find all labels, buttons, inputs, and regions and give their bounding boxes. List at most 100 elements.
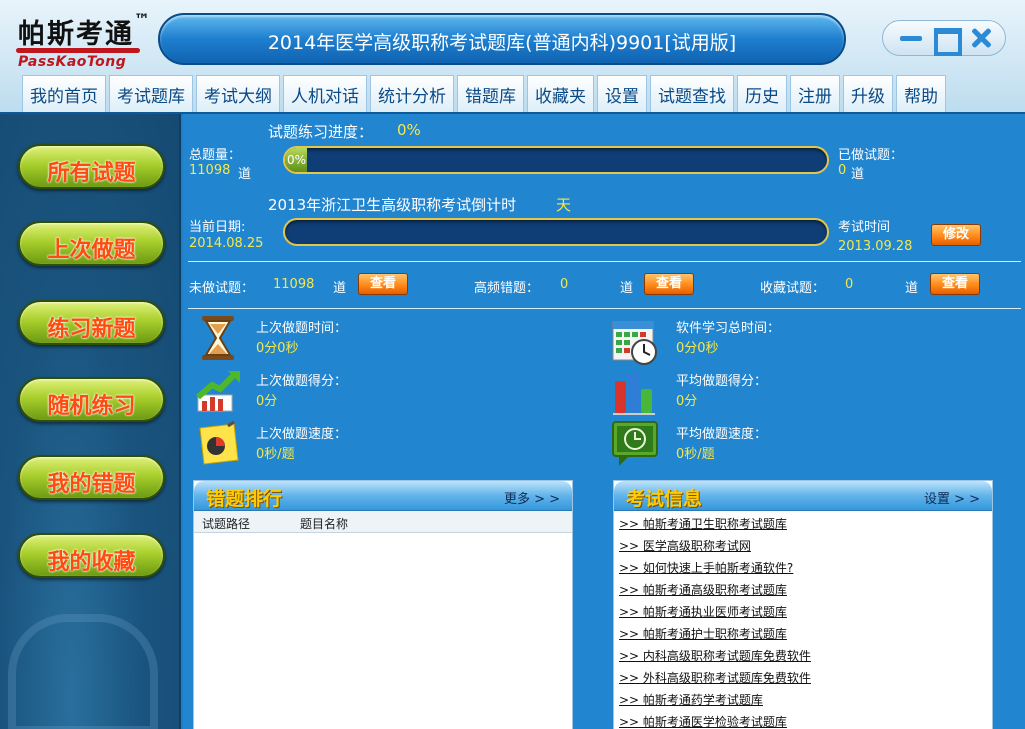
countdown-bar: [283, 218, 829, 246]
menu-dialogue[interactable]: 人机对话: [283, 75, 367, 112]
done-unit: 道: [851, 167, 865, 182]
exam-info-link[interactable]: >> 帕斯考通卫生职称考试题库: [619, 515, 787, 532]
exam-info-link[interactable]: >> 帕斯考通执业医师考试题库: [619, 603, 787, 620]
view-favorite-button[interactable]: 查看: [930, 273, 980, 295]
frequent-wrong-label: 高频错题：: [474, 281, 540, 296]
pie-note-icon: [199, 420, 239, 465]
logo-underline: [16, 48, 140, 53]
calendar-clock-icon: [612, 321, 657, 365]
last-speed-label: 上次做题速度：: [256, 427, 348, 442]
panel-header: 错题排行 更多 > >: [194, 481, 572, 511]
undone-label: 未做试题：: [189, 281, 255, 296]
logo-cn-text: 帕斯考通: [18, 19, 134, 50]
menu-statistics[interactable]: 统计分析: [370, 75, 454, 112]
sidebar-button-label: 随机练习: [47, 394, 136, 419]
view-frequent-wrong-button[interactable]: 查看: [644, 273, 694, 295]
countdown-label: 2013年浙江卫生高级职称考试倒计时: [268, 196, 517, 214]
menu-upgrade[interactable]: 升级: [843, 75, 893, 112]
sidebar-button-label: 所有试题: [47, 161, 136, 186]
hourglass-icon: [202, 316, 234, 360]
progress-percent: 0%: [397, 121, 421, 139]
exam-info-link[interactable]: >> 帕斯考通护士职称考试题库: [619, 625, 787, 642]
countdown-days-unit: 天: [556, 196, 572, 214]
undone-unit: 道: [333, 281, 347, 296]
avg-speed-value: 0秒/题: [676, 447, 715, 462]
window-title-pill: 2014年医学高级职称考试题库(普通内科)9901[试用版]: [158, 13, 846, 65]
sidebar-button-label: 上次做题: [47, 238, 136, 263]
sidebar-my-favorites-button[interactable]: 我的收藏: [18, 533, 165, 578]
exam-info-link[interactable]: >> 帕斯考通药学考试题库: [619, 691, 763, 708]
menu-history[interactable]: 历史: [737, 75, 787, 112]
total-value: 11098: [189, 163, 231, 178]
wrong-ranking-panel: 错题排行 更多 > > 试题路径 题目名称: [193, 480, 573, 729]
panel-header: 考试信息 设置 > >: [614, 481, 992, 511]
minimize-button[interactable]: [897, 26, 925, 50]
sidebar-my-wrong-button[interactable]: 我的错题: [18, 455, 165, 500]
sidebar-last-practice-button[interactable]: 上次做题: [18, 221, 165, 266]
exam-time-label: 考试时间: [838, 220, 891, 235]
menu-wrong-bank[interactable]: 错题库: [457, 75, 524, 112]
favorite-value: 0: [845, 277, 854, 292]
menu-home[interactable]: 我的首页: [22, 75, 106, 112]
title-bar: 帕斯考通 ™ PassKaoTong 2014年医学高级职称考试题库(普通内科)…: [0, 0, 1025, 114]
sidebar: 所有试题 上次做题 练习新题 随机练习 我的错题 我的收藏: [0, 114, 181, 729]
exam-info-title: 考试信息: [626, 488, 703, 510]
bar-chart-icon: [613, 373, 655, 415]
menu-search[interactable]: 试题查找: [650, 75, 734, 112]
menu-help[interactable]: 帮助: [896, 75, 946, 112]
total-unit: 道: [238, 167, 252, 182]
table-header: 试题路径 题目名称: [194, 511, 572, 533]
sidebar-button-label: 练习新题: [47, 317, 136, 342]
divider: [188, 308, 1021, 309]
sidebar-random-practice-button[interactable]: 随机练习: [18, 377, 165, 422]
sidebar-all-questions-button[interactable]: 所有试题: [18, 144, 165, 189]
last-time-value: 0分0秒: [256, 341, 299, 356]
frequent-wrong-unit: 道: [620, 281, 634, 296]
column-header-path: 试题路径: [202, 517, 251, 531]
wrong-ranking-more-link[interactable]: 更多 > >: [504, 488, 560, 507]
last-speed-value: 0秒/题: [256, 447, 295, 462]
exam-info-link[interactable]: >> 医学高级职称考试网: [619, 537, 751, 554]
last-score-value: 0分: [256, 394, 278, 409]
progress-label: 试题练习进度：: [268, 123, 374, 141]
menu-register[interactable]: 注册: [790, 75, 840, 112]
view-undone-button[interactable]: 查看: [358, 273, 408, 295]
menu-settings[interactable]: 设置: [597, 75, 647, 112]
current-date-label: 当前日期:: [189, 220, 246, 235]
sidebar-button-label: 我的错题: [47, 472, 136, 497]
exam-info-panel: 考试信息 设置 > > >> 帕斯考通卫生职称考试题库 >> 医学高级职称考试网…: [613, 480, 993, 729]
exam-info-link[interactable]: >> 帕斯考通医学检验考试题库: [619, 713, 787, 729]
progress-bar-text: 0%: [287, 153, 307, 167]
maximize-button[interactable]: [931, 26, 962, 56]
avg-score-value: 0分: [676, 394, 698, 409]
practice-progress-bar: 0%: [283, 146, 829, 174]
exam-info-link[interactable]: >> 外科高级职称考试题库免费软件: [619, 669, 811, 686]
monitor-clock-icon: [612, 421, 658, 466]
exam-info-settings-link[interactable]: 设置 > >: [924, 488, 980, 507]
window-title: 2014年医学高级职称考试题库(普通内科)9901[试用版]: [267, 32, 737, 54]
exam-info-link[interactable]: >> 帕斯考通高级职称考试题库: [619, 581, 787, 598]
edit-exam-date-button[interactable]: 修改: [931, 224, 981, 246]
done-value: 0: [838, 163, 847, 178]
logo-trademark: ™: [134, 10, 150, 29]
done-label: 已做试题：: [838, 148, 904, 163]
last-score-label: 上次做题得分：: [256, 374, 348, 389]
close-button[interactable]: [967, 26, 995, 50]
menu-favorites[interactable]: 收藏夹: [527, 75, 594, 112]
menu-syllabus[interactable]: 考试大纲: [196, 75, 280, 112]
sidebar-new-questions-button[interactable]: 练习新题: [18, 300, 165, 345]
growth-chart-icon: [196, 371, 240, 412]
last-time-label: 上次做题时间：: [256, 321, 348, 336]
avg-speed-label: 平均做题速度：: [676, 427, 768, 442]
exam-info-link[interactable]: >> 如何快速上手帕斯考通软件?: [619, 559, 793, 576]
exam-date: 2013.09.28: [838, 239, 913, 254]
main-menu: 我的首页 考试题库 考试大纲 人机对话 统计分析 错题库 收藏夹 设置 试题查找…: [22, 75, 946, 112]
total-study-value: 0分0秒: [676, 341, 719, 356]
exam-info-link[interactable]: >> 内科高级职称考试题库免费软件: [619, 647, 811, 664]
divider: [188, 261, 1021, 262]
menu-question-bank[interactable]: 考试题库: [109, 75, 193, 112]
current-date: 2014.08.25: [189, 236, 264, 251]
column-header-name: 题目名称: [300, 517, 349, 531]
wrong-ranking-title: 错题排行: [206, 488, 283, 510]
total-study-label: 软件学习总时间：: [676, 321, 781, 336]
